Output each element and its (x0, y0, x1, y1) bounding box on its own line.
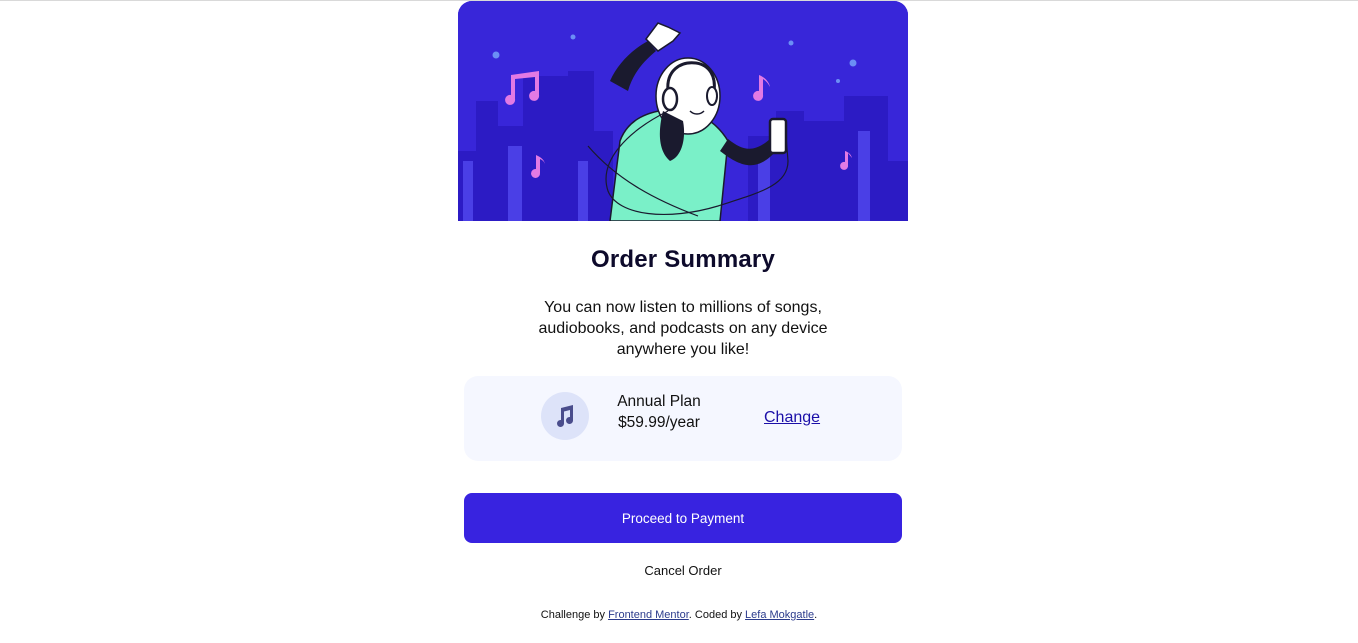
proceed-to-payment-button[interactable]: Proceed to Payment (464, 493, 902, 543)
cancel-order-button[interactable]: Cancel Order (464, 559, 902, 581)
hero-illustration (458, 1, 908, 221)
attribution-footer: Challenge by Frontend Mentor. Coded by L… (0, 609, 1358, 621)
plan-name: Annual Plan (617, 393, 701, 410)
plan-summary: Annual Plan $59.99/year Change (464, 376, 902, 461)
frontend-mentor-link[interactable]: Frontend Mentor (608, 609, 689, 621)
attribution-prefix: Challenge by (540, 609, 609, 621)
author-link[interactable]: Lefa Mokgatle (745, 609, 814, 621)
dancing-person-illustration (458, 1, 908, 221)
music-note-icon (541, 392, 589, 440)
attribution-suffix: . (814, 609, 818, 621)
change-plan-link[interactable]: Change (764, 409, 820, 427)
attribution-middle: . Coded by (688, 609, 746, 621)
plan-price: $59.99/year (618, 414, 700, 431)
order-description: You can now listen to millions of songs,… (538, 299, 828, 358)
page-title: Order Summary (590, 246, 775, 273)
order-summary-card: Order Summary You can now listen to mill… (458, 1, 908, 578)
